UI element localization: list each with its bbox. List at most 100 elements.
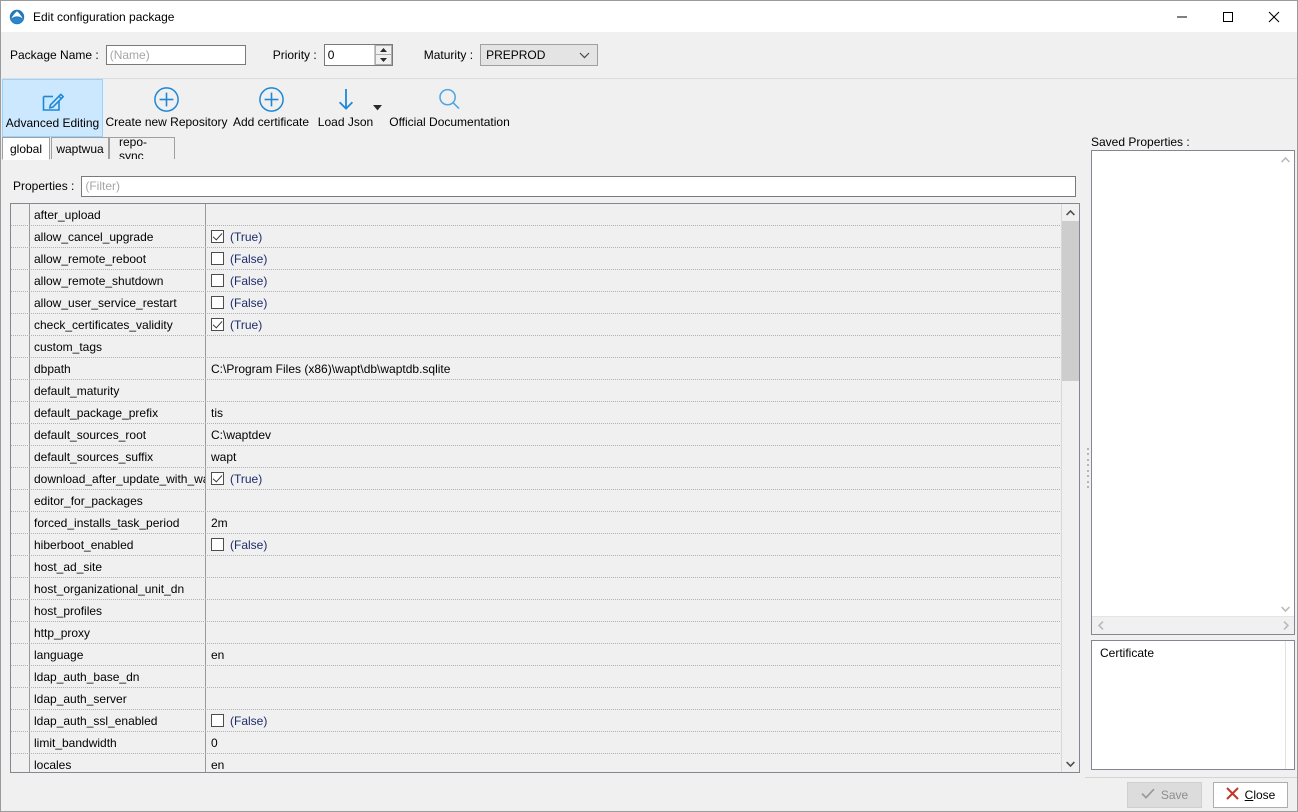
- table-row[interactable]: allow_remote_shutdown(False): [11, 270, 1062, 292]
- property-value-cell[interactable]: (False): [206, 270, 1062, 291]
- saved-props-scroll-right-arrow-icon[interactable]: [1277, 617, 1294, 634]
- property-value-cell[interactable]: [206, 490, 1062, 511]
- property-value-cell[interactable]: [206, 688, 1062, 709]
- properties-filter-input[interactable]: [81, 176, 1076, 197]
- table-row[interactable]: host_profiles: [11, 600, 1062, 622]
- table-row[interactable]: custom_tags: [11, 336, 1062, 358]
- table-row[interactable]: forced_installs_task_period2m: [11, 512, 1062, 534]
- table-row[interactable]: limit_bandwidth0: [11, 732, 1062, 754]
- save-button[interactable]: Save: [1127, 782, 1202, 808]
- property-name-cell: locales: [30, 754, 206, 772]
- property-value-cell[interactable]: [206, 578, 1062, 599]
- property-value-cell[interactable]: en: [206, 754, 1062, 772]
- table-row[interactable]: languageen: [11, 644, 1062, 666]
- table-row[interactable]: allow_user_service_restart(False): [11, 292, 1062, 314]
- property-checkbox[interactable]: [211, 318, 224, 331]
- table-row[interactable]: ldap_auth_server: [11, 688, 1062, 710]
- tab-repo-sync[interactable]: repo-sync: [109, 137, 175, 159]
- minimize-button[interactable]: [1159, 1, 1205, 32]
- property-value-cell[interactable]: [206, 600, 1062, 621]
- property-name-cell: default_maturity: [30, 380, 206, 401]
- priority-input[interactable]: [325, 45, 374, 65]
- property-checkbox[interactable]: [211, 472, 224, 485]
- close-button[interactable]: [1251, 1, 1297, 32]
- table-row[interactable]: ldap_auth_base_dn: [11, 666, 1062, 688]
- table-row[interactable]: default_package_prefixtis: [11, 402, 1062, 424]
- saved-props-scroll-left-arrow-icon[interactable]: [1092, 617, 1109, 634]
- property-checkbox[interactable]: [211, 230, 224, 243]
- property-value-cell[interactable]: [206, 204, 1062, 225]
- property-name-cell: host_organizational_unit_dn: [30, 578, 206, 599]
- certificate-list-item[interactable]: Certificate: [1092, 641, 1294, 660]
- tab-waptwua[interactable]: waptwua: [51, 137, 109, 159]
- property-value-cell[interactable]: [206, 380, 1062, 401]
- table-row[interactable]: http_proxy: [11, 622, 1062, 644]
- property-value-cell[interactable]: C:\Program Files (x86)\wapt\db\waptdb.sq…: [206, 358, 1062, 379]
- maximize-button[interactable]: [1205, 1, 1251, 32]
- certificate-list[interactable]: Certificate: [1091, 640, 1295, 770]
- property-checkbox[interactable]: [211, 274, 224, 287]
- property-value-cell[interactable]: (True): [206, 226, 1062, 247]
- tab-global[interactable]: global: [2, 137, 50, 160]
- table-row[interactable]: ldap_auth_ssl_enabled(False): [11, 710, 1062, 732]
- property-value-cell[interactable]: 2m: [206, 512, 1062, 533]
- property-value-cell[interactable]: (False): [206, 292, 1062, 313]
- scroll-up-arrow-icon[interactable]: [1062, 204, 1079, 221]
- property-checkbox[interactable]: [211, 538, 224, 551]
- property-name-cell: host_profiles: [30, 600, 206, 621]
- property-checkbox[interactable]: [211, 296, 224, 309]
- scrollbar-thumb[interactable]: [1062, 221, 1079, 381]
- property-value-cell[interactable]: [206, 666, 1062, 687]
- priority-increment-button[interactable]: [375, 45, 392, 55]
- table-row[interactable]: editor_for_packages: [11, 490, 1062, 512]
- toolbar-button-advanced-editing[interactable]: Advanced Editing: [2, 79, 103, 137]
- property-value-cell[interactable]: (False): [206, 248, 1062, 269]
- table-row[interactable]: default_sources_rootC:\waptdev: [11, 424, 1062, 446]
- table-row[interactable]: check_certificates_validity(True): [11, 314, 1062, 336]
- table-row[interactable]: host_organizational_unit_dn: [11, 578, 1062, 600]
- scroll-down-arrow-icon[interactable]: [1062, 755, 1079, 772]
- close-button-dialog[interactable]: Close: [1213, 782, 1288, 808]
- saved-props-scroll-down-arrow-icon[interactable]: [1277, 600, 1294, 617]
- properties-grid-scrollbar[interactable]: [1061, 204, 1079, 772]
- property-checkbox[interactable]: [211, 252, 224, 265]
- table-row[interactable]: dbpathC:\Program Files (x86)\wapt\db\wap…: [11, 358, 1062, 380]
- table-row[interactable]: allow_remote_reboot(False): [11, 248, 1062, 270]
- property-value-cell[interactable]: (True): [206, 468, 1062, 489]
- property-value-cell[interactable]: 0: [206, 732, 1062, 753]
- package-name-input[interactable]: [106, 45, 246, 65]
- priority-decrement-button[interactable]: [375, 55, 392, 65]
- row-gutter-cell: [11, 754, 30, 772]
- property-value-cell[interactable]: [206, 336, 1062, 357]
- saved-props-scroll-up-arrow-icon[interactable]: [1277, 151, 1294, 168]
- table-row[interactable]: default_sources_suffixwapt: [11, 446, 1062, 468]
- toolbar-button-official-documentation[interactable]: Official Documentation: [379, 79, 520, 137]
- property-value-cell[interactable]: tis: [206, 402, 1062, 423]
- table-row[interactable]: host_ad_site: [11, 556, 1062, 578]
- saved-properties-vertical-scrollbar[interactable]: [1277, 151, 1294, 617]
- table-row[interactable]: allow_cancel_upgrade(True): [11, 226, 1062, 248]
- row-gutter-cell: [11, 666, 30, 687]
- table-row[interactable]: localesen: [11, 754, 1062, 772]
- table-row[interactable]: download_after_update_with_waptupdate(Tr…: [11, 468, 1062, 490]
- toolbar-button-load-json[interactable]: Load Json: [312, 79, 379, 137]
- property-text-value: en: [211, 648, 224, 662]
- table-row[interactable]: after_upload: [11, 204, 1062, 226]
- property-value-cell[interactable]: [206, 622, 1062, 643]
- property-value-cell[interactable]: (False): [206, 534, 1062, 555]
- property-value-cell[interactable]: (True): [206, 314, 1062, 335]
- table-row[interactable]: hiberboot_enabled(False): [11, 534, 1062, 556]
- property-value-cell[interactable]: C:\waptdev: [206, 424, 1062, 445]
- priority-stepper[interactable]: [324, 44, 393, 66]
- property-value-cell[interactable]: wapt: [206, 446, 1062, 467]
- property-value-cell[interactable]: (False): [206, 710, 1062, 731]
- toolbar-button-create-new-repository[interactable]: Create new Repository: [103, 79, 230, 137]
- table-row[interactable]: default_maturity: [11, 380, 1062, 402]
- property-value-cell[interactable]: en: [206, 644, 1062, 665]
- maturity-select[interactable]: PREPROD: [480, 44, 598, 66]
- property-checkbox[interactable]: [211, 714, 224, 727]
- property-value-cell[interactable]: [206, 556, 1062, 577]
- toolbar-button-add-certificate[interactable]: Add certificate: [230, 79, 312, 137]
- saved-properties-horizontal-scrollbar[interactable]: [1092, 616, 1294, 634]
- saved-properties-list[interactable]: [1091, 150, 1295, 635]
